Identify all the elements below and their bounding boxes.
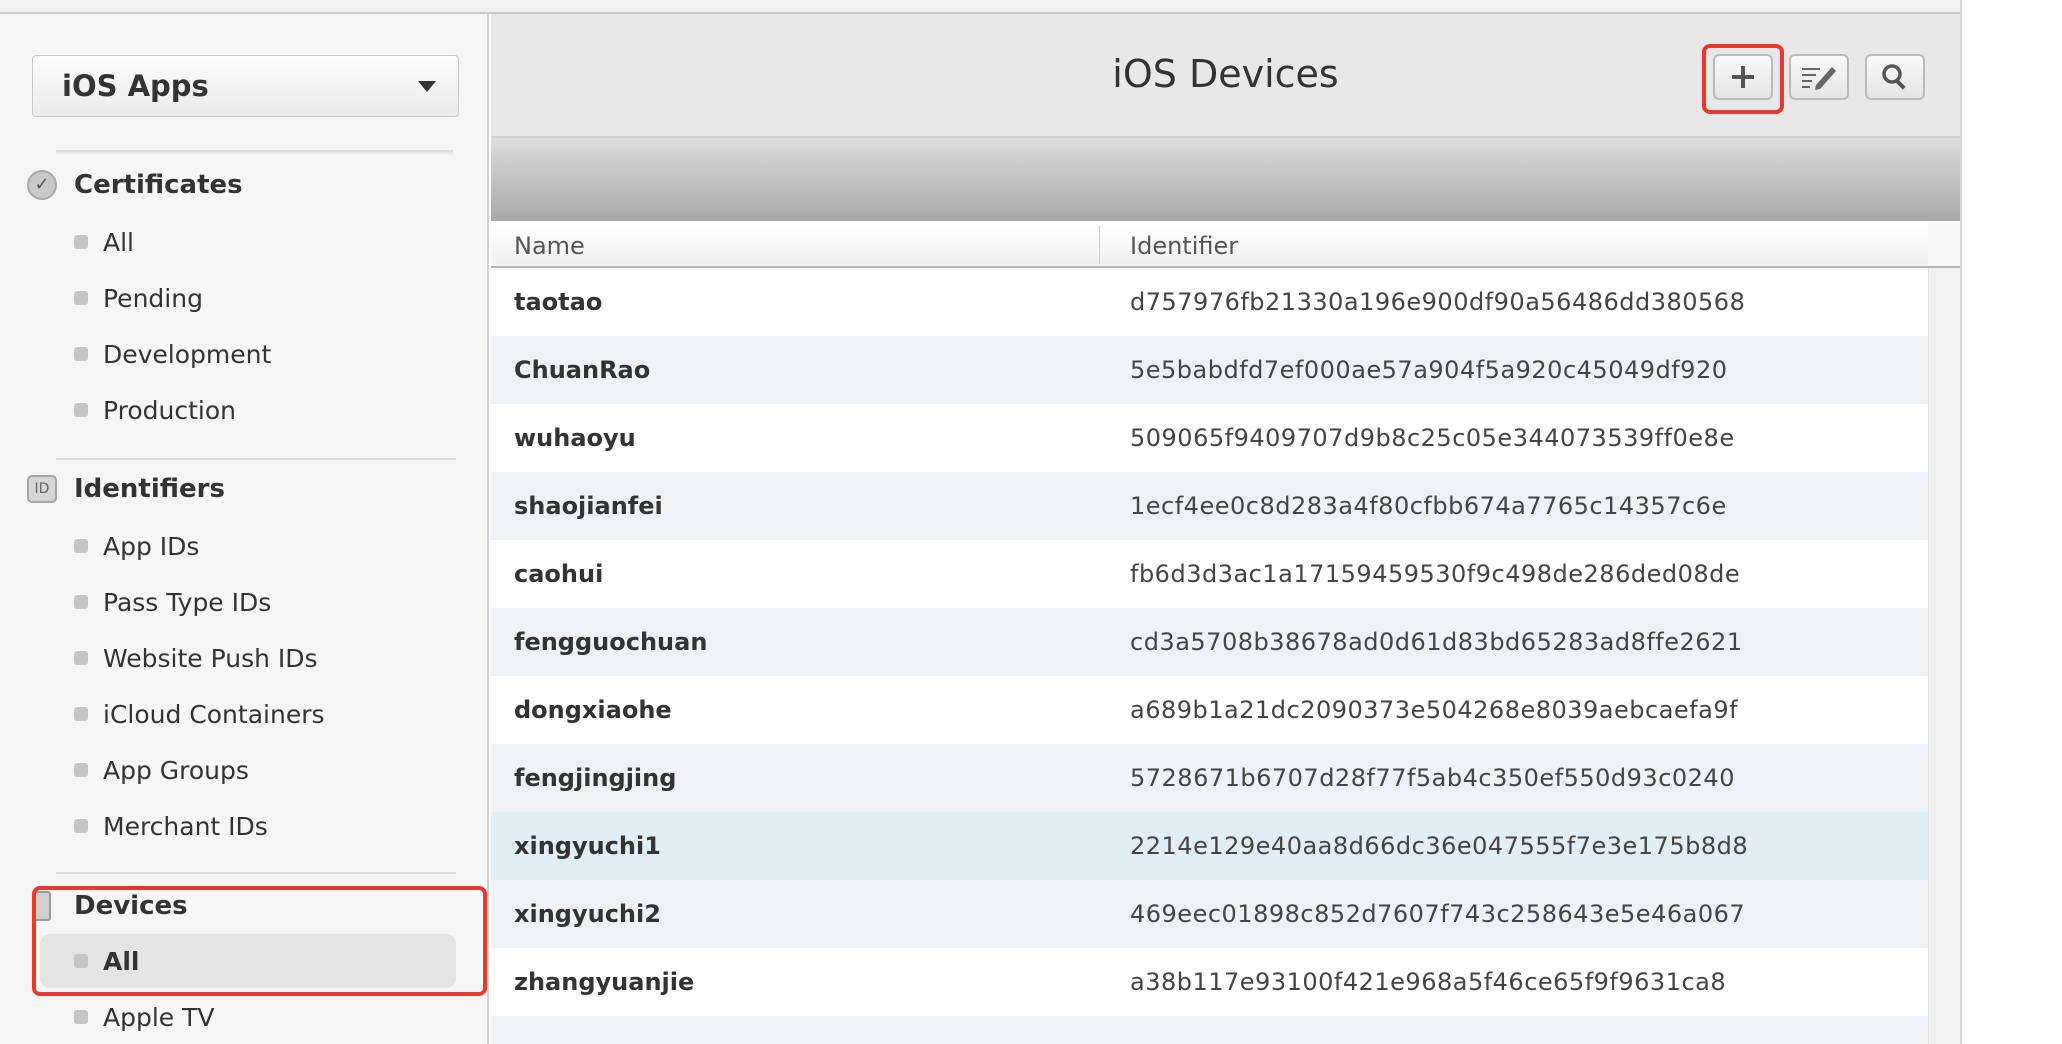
column-header-name[interactable]: Name: [514, 232, 585, 260]
sidebar-item-label: App IDs: [103, 531, 200, 561]
device-identifier: a38b117e93100f421e968a5f46ce65f9f9631ca8: [1130, 968, 1727, 996]
sidebar-item-label: All: [103, 227, 134, 257]
table-row[interactable]: zhangyuanjie a38b117e93100f421e968a5f46ce…: [491, 948, 1928, 1016]
sidebar-item-label: iCloud Containers: [103, 699, 325, 729]
device-name: dongxiaohe: [514, 696, 672, 724]
device-identifier: 509065f9409707d9b8c25c05e344073539ff0e8e: [1130, 424, 1735, 452]
certificate-icon: ✓: [26, 169, 58, 201]
bullet-icon: [74, 595, 88, 609]
table-row[interactable]: dongxiaohe a689b1a21dc2090373e504268e8039…: [491, 676, 1928, 744]
sidebar-divider: [56, 150, 453, 156]
sidebar-item-pass-type-ids[interactable]: Pass Type IDs: [74, 580, 271, 624]
bullet-icon: [74, 1010, 88, 1024]
sidebar-divider: [56, 458, 456, 460]
sidebar-item-production[interactable]: Production: [74, 388, 236, 432]
device-identifier: 2214e129e40aa8d66dc36e047555f7e3e175b8d8: [1130, 832, 1749, 860]
device-name: xingyuchi1: [514, 832, 661, 860]
bullet-icon: [74, 347, 88, 361]
table-row[interactable]: fengjingjing 5728671b6707d28f77f5ab4c350e…: [491, 744, 1928, 812]
section-identifiers: ID Identifiers: [26, 469, 225, 509]
sidebar-item-label: Website Push IDs: [103, 643, 318, 673]
table-row[interactable]: fengguochuan cd3a5708b38678ad0d61d83bd652…: [491, 608, 1928, 676]
column-divider: [1099, 226, 1100, 264]
sidebar-item-label: Pending: [103, 283, 203, 313]
sidebar-item-icloud-containers[interactable]: iCloud Containers: [74, 692, 325, 736]
table-row[interactable]: xingyuchi2 469eec01898c852d7607f743c25864…: [491, 880, 1928, 948]
sidebar-item-label: Development: [103, 339, 272, 369]
device-name: ChuanRao: [514, 356, 651, 384]
table-row[interactable]: shaojianfei 1ecf4ee0c8d283a4f80cfbb674a77…: [491, 472, 1928, 540]
search-button[interactable]: [1865, 54, 1925, 100]
bullet-icon: [74, 763, 88, 777]
sidebar-item-merchant-ids[interactable]: Merchant IDs: [74, 804, 268, 848]
column-header-identifier[interactable]: Identifier: [1130, 232, 1238, 260]
sidebar-item-development[interactable]: Development: [74, 332, 271, 376]
bullet-icon: [74, 403, 88, 417]
bullet-icon: [74, 291, 88, 305]
table-row[interactable]: xingyuchi1 2214e129e40aa8d66dc36e047555f7…: [491, 812, 1928, 880]
device-name: zhangyuanjie: [514, 968, 695, 996]
chevron-down-icon: [418, 81, 436, 92]
add-button-highlight: [1702, 44, 1784, 114]
device-identifier: 5728671b6707d28f77f5ab4c350ef550d93c0240: [1130, 764, 1735, 792]
sidebar-item-app-groups[interactable]: App Groups: [74, 748, 249, 792]
device-identifier: a689b1a21dc2090373e504268e8039aebcaefa9f: [1130, 696, 1739, 724]
edit-button[interactable]: [1789, 54, 1849, 100]
device-name: xingyuchi2: [514, 900, 661, 928]
table-row[interactable]: wuhaoyu 509065f9409707d9b8c25c05e34407353…: [491, 404, 1928, 472]
device-name: caohui: [514, 560, 604, 588]
bullet-icon: [74, 651, 88, 665]
sidebar-item-apple-tv[interactable]: Apple TV: [74, 995, 215, 1039]
scrollbar[interactable]: [1928, 222, 1960, 1044]
search-icon: [1882, 64, 1906, 90]
sidebar-divider: [56, 872, 456, 874]
device-identifier: 469eec01898c852d7607f743c258643e5e46a067: [1130, 900, 1746, 928]
bullet-icon: [74, 539, 88, 553]
sidebar-item-label: Merchant IDs: [103, 811, 268, 841]
device-name: fengjingjing: [514, 764, 677, 792]
sidebar-item-label: Pass Type IDs: [103, 587, 272, 617]
sidebar-item-pending[interactable]: Pending: [74, 276, 203, 320]
filter-band: [491, 138, 1960, 221]
table-row[interactable]: taotao d757976fb21330a196e900df90a56486dd…: [491, 268, 1928, 336]
section-title: Certificates: [74, 170, 243, 200]
table-header: Name Identifier: [491, 222, 1928, 268]
bullet-icon: [74, 235, 88, 249]
table-row[interactable]: caohui fb6d3d3ac1a17159459530f9c498de286d…: [491, 540, 1928, 608]
device-name: taotao: [514, 288, 603, 316]
device-identifier: fb6d3d3ac1a17159459530f9c498de286ded08de: [1130, 560, 1741, 588]
device-name: shaojianfei: [514, 492, 663, 520]
bullet-icon: [74, 819, 88, 833]
table-row-partial[interactable]: [491, 1016, 1928, 1044]
section-certificates: ✓ Certificates: [26, 165, 243, 205]
device-identifier: cd3a5708b38678ad0d61d83bd65283ad8ffe2621: [1130, 628, 1743, 656]
device-table: taotao d757976fb21330a196e900df90a56486dd…: [491, 268, 1928, 1044]
device-name: fengguochuan: [514, 628, 708, 656]
bullet-icon: [74, 707, 88, 721]
sidebar-item-label: Production: [103, 395, 237, 425]
sidebar-item-app-ids[interactable]: App IDs: [74, 524, 199, 568]
sidebar-item-certificates-all[interactable]: All: [74, 220, 134, 264]
section-title: Identifiers: [74, 474, 225, 504]
id-icon: ID: [26, 473, 58, 505]
sidebar-item-label: Apple TV: [103, 1002, 215, 1032]
right-gutter: [1960, 0, 2062, 1044]
table-row[interactable]: ChuanRao 5e5babdfd7ef000ae57a904f5a920c45…: [491, 336, 1928, 404]
sidebar-item-website-push-ids[interactable]: Website Push IDs: [74, 636, 318, 680]
sidebar-item-label: App Groups: [103, 755, 249, 785]
devices-highlight: [32, 886, 487, 996]
top-strip: [0, 0, 1960, 14]
app-type-select[interactable]: iOS Apps: [32, 55, 459, 117]
edit-icon: [1802, 67, 1836, 90]
scrollbar-corner: [1928, 222, 1960, 268]
device-identifier: 1ecf4ee0c8d283a4f80cfbb674a7765c14357c6e: [1130, 492, 1727, 520]
device-name: wuhaoyu: [514, 424, 636, 452]
device-identifier: d757976fb21330a196e900df90a56486dd380568: [1130, 288, 1746, 316]
app-type-select-label: iOS Apps: [62, 69, 209, 103]
device-identifier: 5e5babdfd7ef000ae57a904f5a920c45049df920: [1130, 356, 1728, 384]
